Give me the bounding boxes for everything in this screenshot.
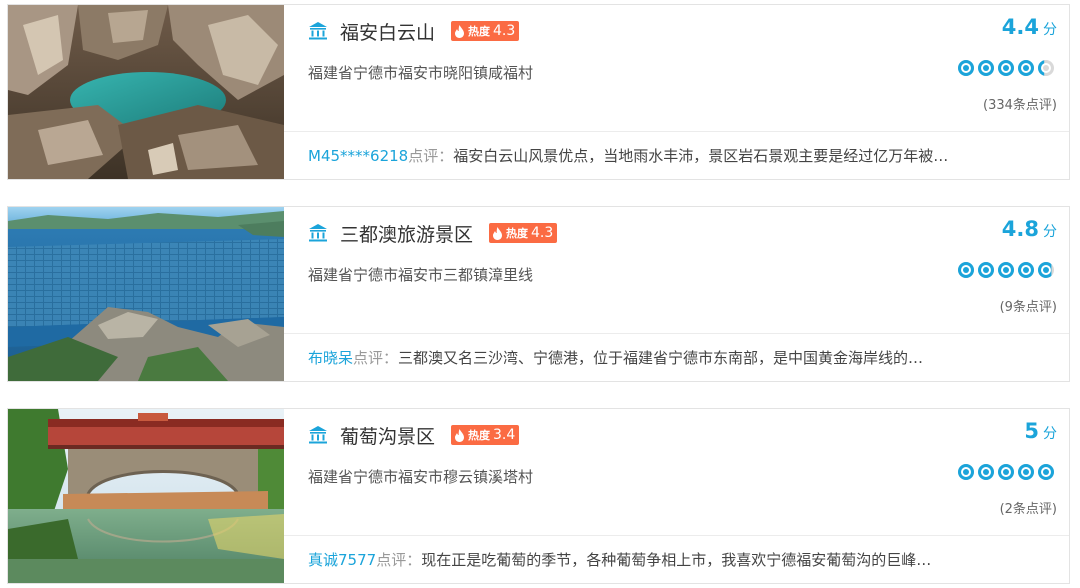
rating-circle-icon bbox=[1038, 464, 1054, 480]
hot-value: 3.4 bbox=[493, 427, 516, 443]
review-label: 点评： bbox=[408, 147, 454, 165]
rating-circle-icon bbox=[958, 262, 974, 278]
flame-icon bbox=[455, 428, 465, 442]
landmark-icon bbox=[309, 22, 327, 40]
review-snippet[interactable]: 真诚7577点评：现在正是吃葡萄的季节，各种葡萄争相上市，我喜欢宁德福安葡萄沟的… bbox=[308, 549, 1048, 570]
rating-circle-icon bbox=[1018, 464, 1034, 480]
rating-circle-icon bbox=[958, 464, 974, 480]
rating-circle-icon bbox=[978, 262, 994, 278]
hot-badge: 热度 3.4 bbox=[451, 425, 520, 445]
attraction-address: 福建省宁德市福安市穆云镇溪塔村 bbox=[308, 468, 534, 486]
rating-circle-icon bbox=[998, 262, 1014, 278]
hot-label: 热度 bbox=[468, 25, 491, 38]
score-value: 5 bbox=[1024, 419, 1039, 443]
score-value: 4.8 bbox=[1001, 217, 1039, 241]
rating-circle-icon bbox=[998, 464, 1014, 480]
divider bbox=[284, 333, 1069, 334]
review-count[interactable]: (9条点评) bbox=[1000, 296, 1057, 315]
rating-circles bbox=[957, 463, 1055, 481]
landmark-icon bbox=[309, 426, 327, 444]
rating-circle-icon bbox=[1018, 60, 1034, 76]
score-unit: 分 bbox=[1043, 224, 1057, 240]
hot-label: 热度 bbox=[506, 227, 529, 240]
attraction-photo[interactable] bbox=[8, 207, 284, 381]
rating-circle-icon bbox=[978, 60, 994, 76]
flame-icon bbox=[493, 226, 503, 240]
landmark-icon bbox=[309, 224, 327, 242]
attraction-title[interactable]: 葡萄沟景区 bbox=[340, 422, 435, 449]
attraction-photo[interactable] bbox=[8, 409, 284, 583]
score-value: 4.4 bbox=[1001, 15, 1039, 39]
score-unit: 分 bbox=[1043, 426, 1057, 442]
hot-value: 4.3 bbox=[531, 225, 554, 241]
review-count[interactable]: (2条点评) bbox=[1000, 498, 1057, 517]
review-snippet[interactable]: 布晓呆点评：三都澳又名三沙湾、宁德港，位于福建省宁德市东南部，是中国黄金海岸线的… bbox=[308, 347, 1048, 368]
hot-badge: 热度 4.3 bbox=[451, 21, 520, 41]
rating-circles bbox=[957, 261, 1055, 279]
review-count[interactable]: (334条点评) bbox=[983, 94, 1057, 113]
review-label: 点评： bbox=[353, 349, 399, 367]
score: 4.8 分 bbox=[1002, 217, 1057, 241]
review-text: 三都澳又名三沙湾、宁德港，位于福建省宁德市东南部，是中国黄金海岸线的… bbox=[398, 349, 924, 367]
listing-card[interactable]: 三都澳旅游景区 热度 4.3 福建省宁德市福安市三都镇漳里线 4.8 分 (9条点… bbox=[7, 206, 1070, 382]
rating-circle-icon bbox=[998, 60, 1014, 76]
review-user[interactable]: 真诚7577 bbox=[308, 551, 376, 569]
listing-card[interactable]: 葡萄沟景区 热度 3.4 福建省宁德市福安市穆云镇溪塔村 5分 (2条点评) 真… bbox=[7, 408, 1070, 584]
rating-circles bbox=[957, 59, 1055, 77]
score: 4.4 分 bbox=[1002, 15, 1057, 39]
rating-circle-icon bbox=[978, 464, 994, 480]
divider bbox=[284, 131, 1069, 132]
review-text: 现在正是吃葡萄的季节，各种葡萄争相上市，我喜欢宁德福安葡萄沟的巨峰… bbox=[421, 551, 932, 569]
hot-value: 4.3 bbox=[493, 23, 516, 39]
attraction-address: 福建省宁德市福安市晓阳镇咸福村 bbox=[308, 64, 534, 82]
rating-circle-icon bbox=[1038, 60, 1054, 76]
attraction-address: 福建省宁德市福安市三都镇漳里线 bbox=[308, 266, 534, 284]
rating-circle-icon bbox=[958, 60, 974, 76]
attraction-photo[interactable] bbox=[8, 5, 284, 179]
hot-badge: 热度 4.3 bbox=[489, 223, 558, 243]
review-snippet[interactable]: M45****6218点评：福安白云山风景优点，当地雨水丰沛，景区岩石景观主要是… bbox=[308, 145, 1048, 166]
rating-circle-icon bbox=[1038, 262, 1054, 278]
listing-card[interactable]: 福安白云山 热度 4.3 福建省宁德市福安市晓阳镇咸福村 4.4 分 (334条点… bbox=[7, 4, 1070, 180]
attraction-title[interactable]: 福安白云山 bbox=[340, 18, 435, 45]
review-user[interactable]: 布晓呆 bbox=[308, 349, 353, 367]
review-user[interactable]: M45****6218 bbox=[308, 147, 408, 165]
score-unit: 分 bbox=[1043, 22, 1057, 38]
divider bbox=[284, 535, 1069, 536]
review-text: 福安白云山风景优点，当地雨水丰沛，景区岩石景观主要是经过亿万年被… bbox=[453, 147, 949, 165]
review-label: 点评： bbox=[376, 551, 422, 569]
rating-circle-icon bbox=[1018, 262, 1034, 278]
flame-icon bbox=[455, 24, 465, 38]
hot-label: 热度 bbox=[468, 429, 491, 442]
score: 5分 bbox=[1024, 419, 1057, 443]
attraction-title[interactable]: 三都澳旅游景区 bbox=[340, 220, 473, 247]
